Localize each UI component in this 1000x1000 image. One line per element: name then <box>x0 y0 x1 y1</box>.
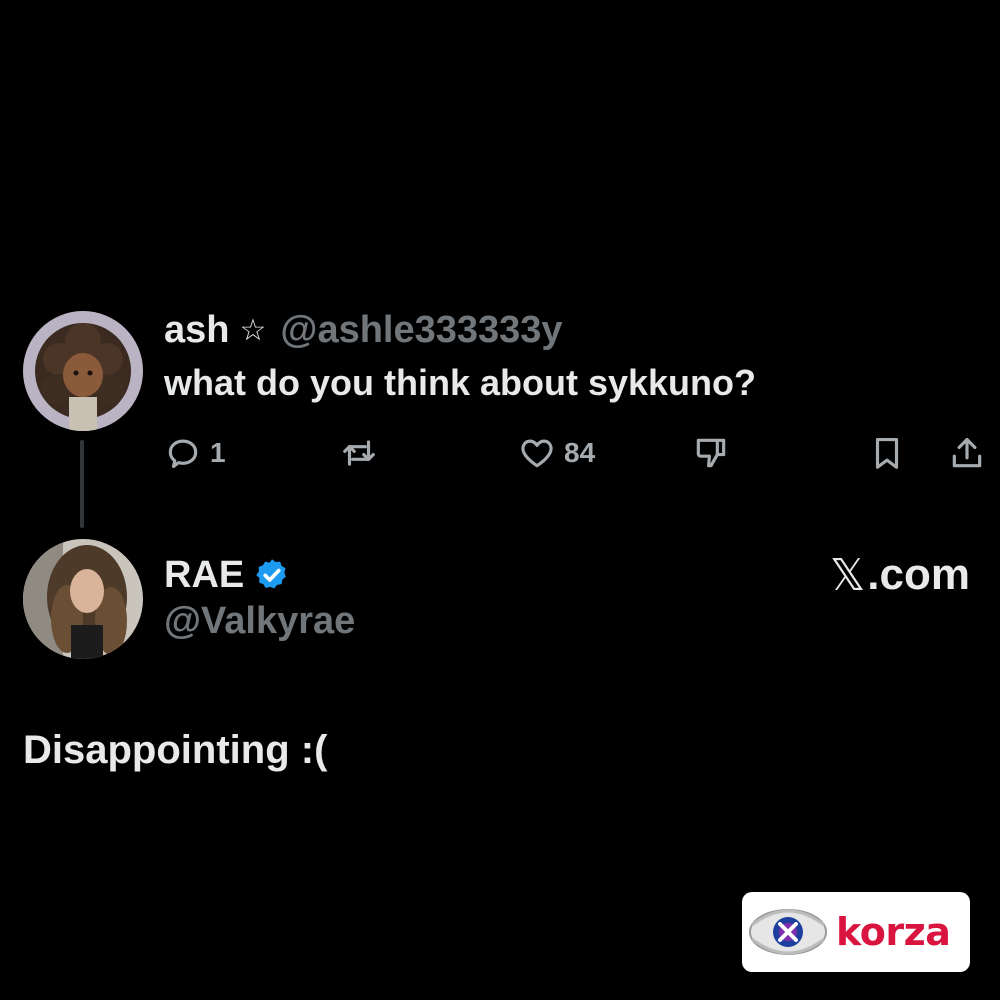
reply-tweet-text: Disappointing :( <box>23 728 328 772</box>
reply-button[interactable]: 1 <box>164 430 226 476</box>
x-logo-icon: 𝕏 <box>829 549 866 601</box>
share-icon <box>952 437 982 468</box>
watermark-text: korza <box>836 910 951 954</box>
bookmark-icon <box>875 437 899 469</box>
rae-avatar[interactable] <box>23 539 143 659</box>
star-badge-icon: ☆ <box>239 313 267 347</box>
parent-display-name[interactable]: ash <box>164 309 229 352</box>
reply-count: 1 <box>210 437 226 468</box>
repost-button[interactable] <box>340 430 378 476</box>
curly-hair-cartoon-avatar-icon <box>23 311 143 431</box>
bookmark-button[interactable] <box>868 430 906 476</box>
korza-watermark: korza <box>742 892 970 972</box>
reply-display-name[interactable]: RAE <box>164 554 244 597</box>
verified-badge-icon <box>256 559 287 589</box>
like-button[interactable]: 84 <box>518 430 595 476</box>
parent-handle[interactable]: @ashle333333y <box>280 309 562 352</box>
parent-tweet-header: ash ☆ @ashle333333y <box>164 305 563 355</box>
share-button[interactable] <box>948 430 986 476</box>
photo-avatar-icon <box>23 539 143 659</box>
thumbs-down-icon <box>696 438 726 468</box>
parent-tweet-text: what do you think about sykkuno? <box>164 362 757 403</box>
reply-handle[interactable]: @Valkyrae <box>164 600 355 643</box>
reply-author-row: RAE <box>164 550 290 600</box>
repost-icon <box>343 440 375 466</box>
site-domain-text: .com <box>867 550 970 599</box>
like-count: 84 <box>564 437 596 468</box>
eye-logo-icon <box>749 909 827 955</box>
heart-icon <box>521 439 553 468</box>
ash-avatar[interactable] <box>23 311 143 431</box>
dislike-button[interactable] <box>692 430 730 476</box>
site-label: 𝕏 .com <box>829 549 970 601</box>
tweet-action-bar: 1 84 <box>0 430 1000 476</box>
reply-bubble-icon <box>168 439 198 469</box>
